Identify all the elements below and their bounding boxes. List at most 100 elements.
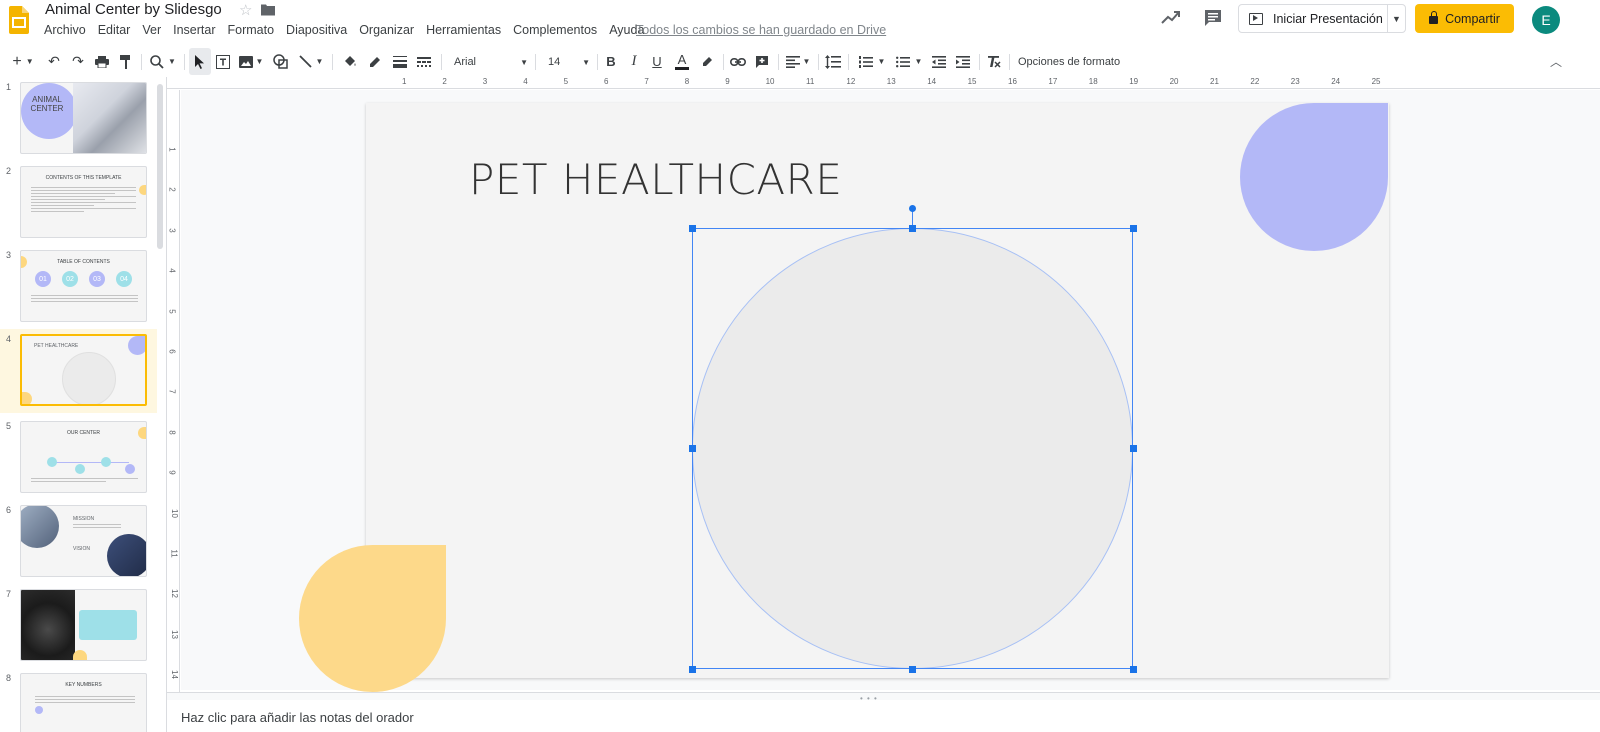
ruler-tick-label: 14 bbox=[927, 77, 937, 86]
border-weight-icon[interactable] bbox=[390, 48, 410, 75]
undo-icon[interactable]: ↶ bbox=[44, 48, 64, 75]
account-avatar[interactable]: E bbox=[1532, 6, 1560, 34]
menu-formato[interactable]: Formato bbox=[228, 23, 275, 37]
thumb-title: TABLE OF CONTENTS bbox=[57, 259, 110, 265]
font-family-select[interactable]: Arial ▼ bbox=[454, 51, 528, 73]
thumb-text-lines bbox=[31, 295, 138, 304]
resize-handle-bottom-right[interactable] bbox=[1130, 666, 1137, 673]
menu-organizar[interactable]: Organizar bbox=[359, 23, 414, 37]
resize-handle-top[interactable] bbox=[909, 225, 916, 232]
menu-ver[interactable]: Ver bbox=[142, 23, 161, 37]
slide-thumbnail[interactable]: 5 OUR CENTER bbox=[0, 416, 157, 496]
save-status-link[interactable]: Todos los cambios se han guardado en Dri… bbox=[636, 23, 886, 37]
add-comment-icon[interactable] bbox=[752, 48, 772, 75]
resize-handle-bottom[interactable] bbox=[909, 666, 916, 673]
resize-handle-right[interactable] bbox=[1130, 445, 1137, 452]
numbered-list-icon[interactable]: ▼ bbox=[856, 48, 888, 75]
slide-thumbnail[interactable]: 8 KEY NUMBERS bbox=[0, 668, 157, 732]
menu-editar[interactable]: Editar bbox=[98, 23, 131, 37]
share-button[interactable]: Compartir bbox=[1415, 4, 1514, 33]
font-size-select[interactable]: 14 ▼ bbox=[548, 51, 590, 73]
present-icon bbox=[1249, 12, 1263, 25]
activity-trend-icon[interactable] bbox=[1160, 8, 1182, 26]
format-options-button[interactable]: Opciones de formato bbox=[1018, 48, 1120, 75]
start-presentation-button[interactable]: Iniciar Presentación ▼ bbox=[1238, 4, 1406, 33]
print-icon[interactable] bbox=[92, 48, 112, 75]
fill-color-icon[interactable] bbox=[340, 48, 360, 75]
slide-thumbnail[interactable]: 3 TABLE OF CONTENTS 01 02 03 04 bbox=[0, 245, 157, 325]
menu-herramientas[interactable]: Herramientas bbox=[426, 23, 501, 37]
ruler-tick-label: 19 bbox=[1129, 77, 1139, 86]
resize-handle-bottom-left[interactable] bbox=[689, 666, 696, 673]
resize-handle-top-left[interactable] bbox=[689, 225, 696, 232]
slide-thumbnail[interactable]: 1 ANIMAL CENTER bbox=[0, 77, 157, 157]
ruler-tick-label: 25 bbox=[1371, 77, 1381, 86]
thumb-text-lines bbox=[35, 696, 135, 705]
thumb-dot bbox=[101, 457, 111, 467]
folder-icon[interactable] bbox=[261, 3, 275, 16]
image-icon[interactable]: ▼ bbox=[236, 48, 266, 75]
menu-complementos[interactable]: Complementos bbox=[513, 23, 597, 37]
slide-thumbnail-active[interactable]: 4 PET HEALTHCARE bbox=[0, 329, 157, 413]
notes-resize-bar[interactable] bbox=[167, 692, 1600, 700]
line-icon[interactable]: ▼ bbox=[295, 48, 327, 75]
slide-thumbnail[interactable]: 7 bbox=[0, 584, 157, 664]
speaker-notes[interactable]: Haz clic para añadir las notas del orado… bbox=[167, 700, 1600, 732]
paint-format-icon[interactable] bbox=[116, 48, 136, 75]
present-dropdown-icon[interactable]: ▼ bbox=[1387, 5, 1405, 32]
ruler-tick-label: 8 bbox=[167, 430, 177, 435]
insert-link-icon[interactable] bbox=[728, 48, 748, 75]
border-color-icon[interactable] bbox=[365, 48, 385, 75]
underline-icon[interactable]: U bbox=[648, 48, 666, 75]
rotation-handle[interactable] bbox=[909, 205, 916, 212]
increase-indent-icon[interactable] bbox=[953, 48, 973, 75]
slide-filmstrip: 1 ANIMAL CENTER 2 CONTENTS OF THIS TEMPL… bbox=[0, 77, 167, 732]
blue-leaf-shape[interactable] bbox=[1240, 103, 1388, 251]
zoom-icon[interactable]: ▼ bbox=[146, 48, 180, 75]
align-icon[interactable]: ▼ bbox=[783, 48, 813, 75]
shape-icon[interactable] bbox=[270, 48, 290, 75]
slide-thumbnail[interactable]: 6 MISSION VISION bbox=[0, 500, 157, 580]
bulleted-list-icon[interactable]: ▼ bbox=[893, 48, 925, 75]
menu-archivo[interactable]: Archivo bbox=[44, 23, 86, 37]
italic-icon[interactable]: I bbox=[625, 48, 643, 75]
ruler-tick-label: 12 bbox=[846, 77, 856, 86]
line-spacing-icon[interactable] bbox=[823, 48, 843, 75]
toolbar-divider bbox=[778, 54, 779, 70]
text-color-icon[interactable]: A bbox=[672, 48, 692, 75]
slide-thumbnail[interactable]: 2 CONTENTS OF THIS TEMPLATE bbox=[0, 161, 157, 241]
redo-icon[interactable]: ↷ bbox=[68, 48, 88, 75]
comments-icon[interactable] bbox=[1203, 8, 1223, 28]
yellow-leaf-shape[interactable] bbox=[299, 545, 446, 692]
ruler-tick-label: 16 bbox=[1008, 77, 1017, 86]
collapse-toolbar-icon[interactable]: ︿ bbox=[1550, 53, 1562, 70]
resize-handle-left[interactable] bbox=[689, 445, 696, 452]
slide-title[interactable]: PET HEALTHCARE bbox=[469, 155, 842, 204]
ruler-tick-label: 11 bbox=[169, 549, 179, 558]
highlight-color-icon[interactable] bbox=[697, 48, 717, 75]
slide-number: 4 bbox=[6, 334, 12, 344]
filmstrip-scrollbar[interactable] bbox=[157, 84, 163, 249]
decrease-indent-icon[interactable] bbox=[929, 48, 949, 75]
thumb-photo bbox=[73, 83, 146, 153]
new-slide-icon[interactable]: + ▼ bbox=[8, 48, 38, 75]
ruler-tick-label: 15 bbox=[967, 77, 977, 86]
text-box-icon[interactable] bbox=[213, 48, 233, 75]
font-family-value: Arial bbox=[454, 56, 477, 68]
menu-insertar[interactable]: Insertar bbox=[173, 23, 215, 37]
document-title[interactable]: Animal Center by Slidesgo bbox=[45, 1, 222, 18]
selection-box bbox=[692, 228, 1133, 669]
ruler-tick-label: 6 bbox=[604, 77, 609, 86]
clear-formatting-icon[interactable] bbox=[984, 48, 1004, 75]
resize-handle-top-right[interactable] bbox=[1130, 225, 1137, 232]
border-dash-icon[interactable] bbox=[414, 48, 434, 75]
slides-logo-icon[interactable] bbox=[9, 6, 29, 34]
star-icon[interactable]: ☆ bbox=[239, 1, 252, 19]
vertical-ruler: 1 2 3 4 5 6 7 8 9 10 11 12 13 14 bbox=[167, 90, 180, 702]
ruler-tick-label: 9 bbox=[167, 470, 177, 475]
bold-icon[interactable]: B bbox=[602, 48, 620, 75]
thumb-circle bbox=[62, 352, 116, 404]
toolbar-divider bbox=[848, 54, 849, 70]
select-cursor-icon[interactable] bbox=[189, 48, 211, 75]
menu-diapositiva[interactable]: Diapositiva bbox=[286, 23, 347, 37]
